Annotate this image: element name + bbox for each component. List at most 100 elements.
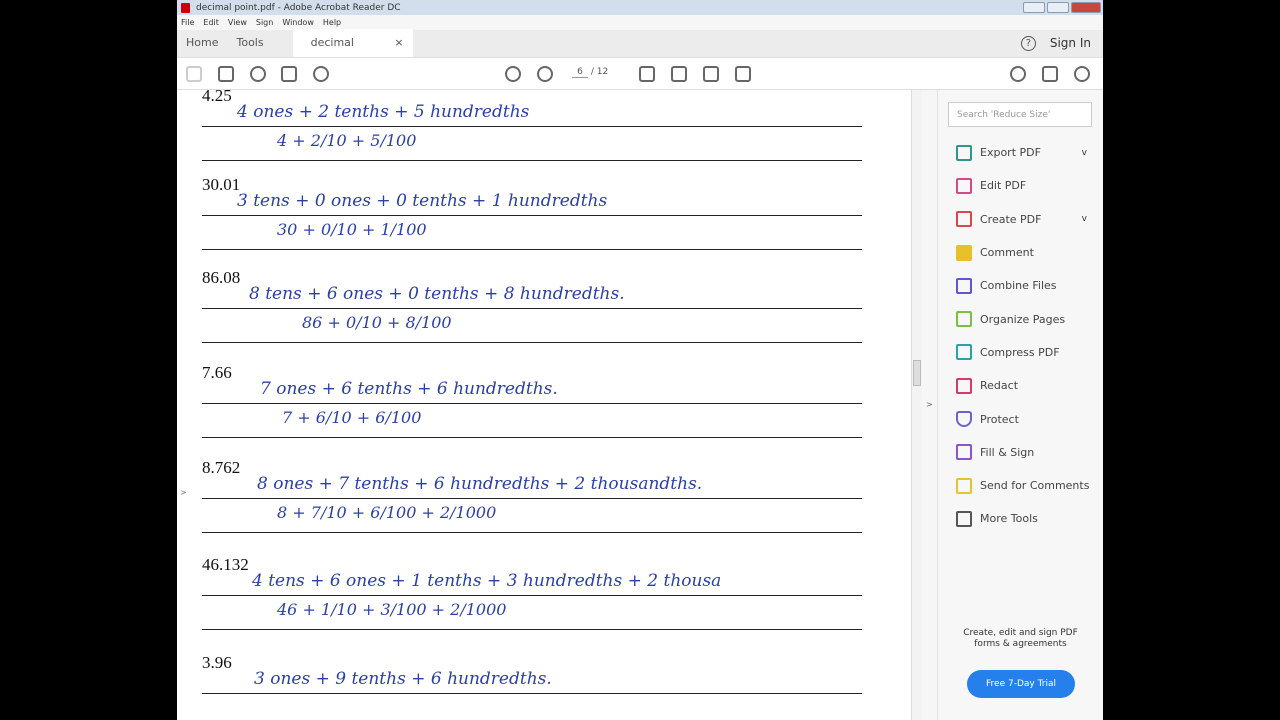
next-page-icon[interactable] (537, 66, 553, 82)
worksheet-entry: 3.96 3 ones + 9 tenths + 6 hundredths. (202, 653, 892, 720)
ruled-line (202, 629, 862, 630)
ruled-line (202, 249, 862, 250)
document-view[interactable]: > 4.25 4 ones + 2 tenths + 5 hundredths … (177, 90, 912, 720)
tool-label: Protect (980, 412, 1019, 426)
ruled-line (202, 215, 862, 216)
tool-edit-pdf[interactable]: Edit PDF (938, 169, 1103, 202)
highlight-pen-icon[interactable] (671, 66, 687, 82)
restore-button[interactable] (1047, 2, 1069, 13)
tool-combine-files[interactable]: Combine Files (938, 269, 1103, 302)
free-trial-button[interactable]: Free 7-Day Trial (967, 670, 1075, 698)
tool-label: Compress PDF (980, 345, 1060, 359)
expanded-fractions: 86 + 0/10 + 8/100 (302, 313, 452, 332)
title-bar: decimal point.pdf - Adobe Acrobat Reader… (177, 0, 1103, 15)
tool-label: More Tools (980, 512, 1038, 526)
share-link-icon[interactable] (1010, 66, 1026, 82)
tool-label: Export PDF (980, 146, 1041, 160)
menu-edit[interactable]: Edit (203, 18, 219, 27)
print-icon[interactable] (281, 66, 297, 82)
expanded-words: 4 ones + 2 tenths + 5 hundredths (237, 102, 530, 122)
comment-icon (956, 244, 972, 261)
page-number-input[interactable]: 6 (572, 67, 588, 78)
menu-window[interactable]: Window (282, 18, 314, 27)
page-indicator: 6 / 12 (572, 67, 608, 78)
ruled-line (202, 693, 862, 694)
tab-bar: Home Tools decimal point.pdf × ? Sign In (177, 29, 1103, 77)
ruled-line (202, 308, 862, 309)
tool-compress-pdf[interactable]: Compress PDF (938, 336, 1103, 369)
tool-label: Edit PDF (980, 179, 1027, 193)
tab-home[interactable]: Home (177, 29, 227, 57)
menu-view[interactable]: View (228, 18, 247, 27)
toolbar: 6 / 12 (177, 58, 1103, 90)
minimize-button[interactable] (1023, 2, 1045, 13)
menu-help[interactable]: Help (323, 18, 341, 27)
expanded-words: 8 ones + 7 tenths + 6 hundredths + 2 tho… (257, 474, 703, 494)
tool-export-pdf[interactable]: Export PDF v (938, 136, 1103, 169)
sign-in-button[interactable]: Sign In (1050, 36, 1091, 50)
ruled-line (202, 126, 862, 127)
panel-toggle-column: > (922, 90, 937, 720)
sign-icon[interactable] (703, 66, 719, 82)
page-total: / 12 (590, 67, 609, 77)
tool-more-tools[interactable]: More Tools (938, 502, 1103, 535)
ruled-line (202, 160, 862, 161)
bookmark-star-icon[interactable] (218, 66, 234, 82)
worksheet-entry: 7.66 7 ones + 6 tenths + 6 hundredths. 7… (202, 363, 892, 453)
comment-icon[interactable] (639, 66, 655, 82)
upload-cloud-icon[interactable] (250, 66, 266, 82)
expanded-fractions: 7 + 6/10 + 6/100 (282, 408, 422, 427)
worksheet-entry: 30.01 3 tens + 0 ones + 0 tenths + 1 hun… (202, 175, 892, 265)
ruled-line (202, 532, 862, 533)
combine-files-icon (956, 277, 972, 294)
chevron-down-icon[interactable]: v (1082, 148, 1087, 158)
tool-label: Organize Pages (980, 312, 1066, 326)
close-tab-icon[interactable]: × (394, 29, 403, 57)
help-icon[interactable]: ? (1020, 35, 1036, 51)
compress-pdf-icon (956, 344, 972, 361)
tool-fill-sign[interactable]: Fill & Sign (938, 436, 1103, 469)
more-tools-wrench-icon (956, 510, 972, 527)
tools-pane: Search 'Reduce Size' Export PDF v Edit PD… (937, 90, 1103, 720)
send-document-icon[interactable] (735, 66, 751, 82)
tool-label: Redact (980, 379, 1019, 393)
ruled-line (202, 595, 862, 596)
chevron-down-icon[interactable]: v (1082, 214, 1087, 224)
add-user-icon[interactable] (1074, 66, 1090, 82)
menu-file[interactable]: File (181, 18, 194, 27)
email-icon[interactable] (1042, 66, 1058, 82)
expanded-fractions: 46 + 1/10 + 3/100 + 2/1000 (277, 600, 507, 619)
window-title: decimal point.pdf - Adobe Acrobat Reader… (196, 2, 401, 13)
menu-sign[interactable]: Sign (256, 18, 273, 27)
tool-protect[interactable]: Protect (938, 402, 1103, 435)
previous-page-icon[interactable] (505, 66, 521, 82)
tool-organize-pages[interactable]: Organize Pages (938, 302, 1103, 335)
scrollbar-thumb[interactable] (913, 360, 921, 386)
send-for-comments-icon (956, 477, 972, 494)
tab-document[interactable]: decimal point.pdf × (292, 29, 413, 77)
expanded-words: 4 tens + 6 ones + 1 tenths + 3 hundredth… (252, 571, 722, 591)
tools-search-input[interactable]: Search 'Reduce Size' (948, 102, 1092, 127)
tool-label: Comment (980, 246, 1034, 260)
tool-create-pdf[interactable]: Create PDF v (938, 203, 1103, 236)
expanded-words: 3 tens + 0 ones + 0 tenths + 1 hundredth… (237, 191, 608, 211)
vertical-scrollbar[interactable] (912, 90, 922, 720)
expanded-words: 7 ones + 6 tenths + 6 hundredths. (260, 379, 558, 399)
acrobat-window: decimal point.pdf - Adobe Acrobat Reader… (177, 0, 1103, 720)
tool-label: Send for Comments (980, 479, 1090, 493)
tool-comment[interactable]: Comment (938, 236, 1103, 269)
ruled-line (202, 437, 862, 438)
acrobat-icon (181, 2, 190, 13)
save-icon[interactable] (186, 66, 202, 82)
collapse-left-pane-icon[interactable]: > (180, 488, 187, 497)
search-zoom-icon[interactable] (313, 66, 329, 82)
worksheet-entry: 46.132 4 tens + 6 ones + 1 tenths + 3 hu… (202, 555, 892, 645)
worksheet-entry: 4.25 4 ones + 2 tenths + 5 hundredths 4 … (202, 90, 892, 176)
collapse-right-pane-icon[interactable]: > (926, 400, 933, 409)
edit-pdf-icon (956, 177, 972, 194)
tool-redact[interactable]: Redact (938, 369, 1103, 402)
tool-send-for-comments[interactable]: Send for Comments (938, 469, 1103, 502)
expanded-fractions: 30 + 0/10 + 1/100 (277, 220, 427, 239)
tab-tools[interactable]: Tools (227, 29, 272, 57)
close-window-button[interactable] (1071, 2, 1101, 13)
